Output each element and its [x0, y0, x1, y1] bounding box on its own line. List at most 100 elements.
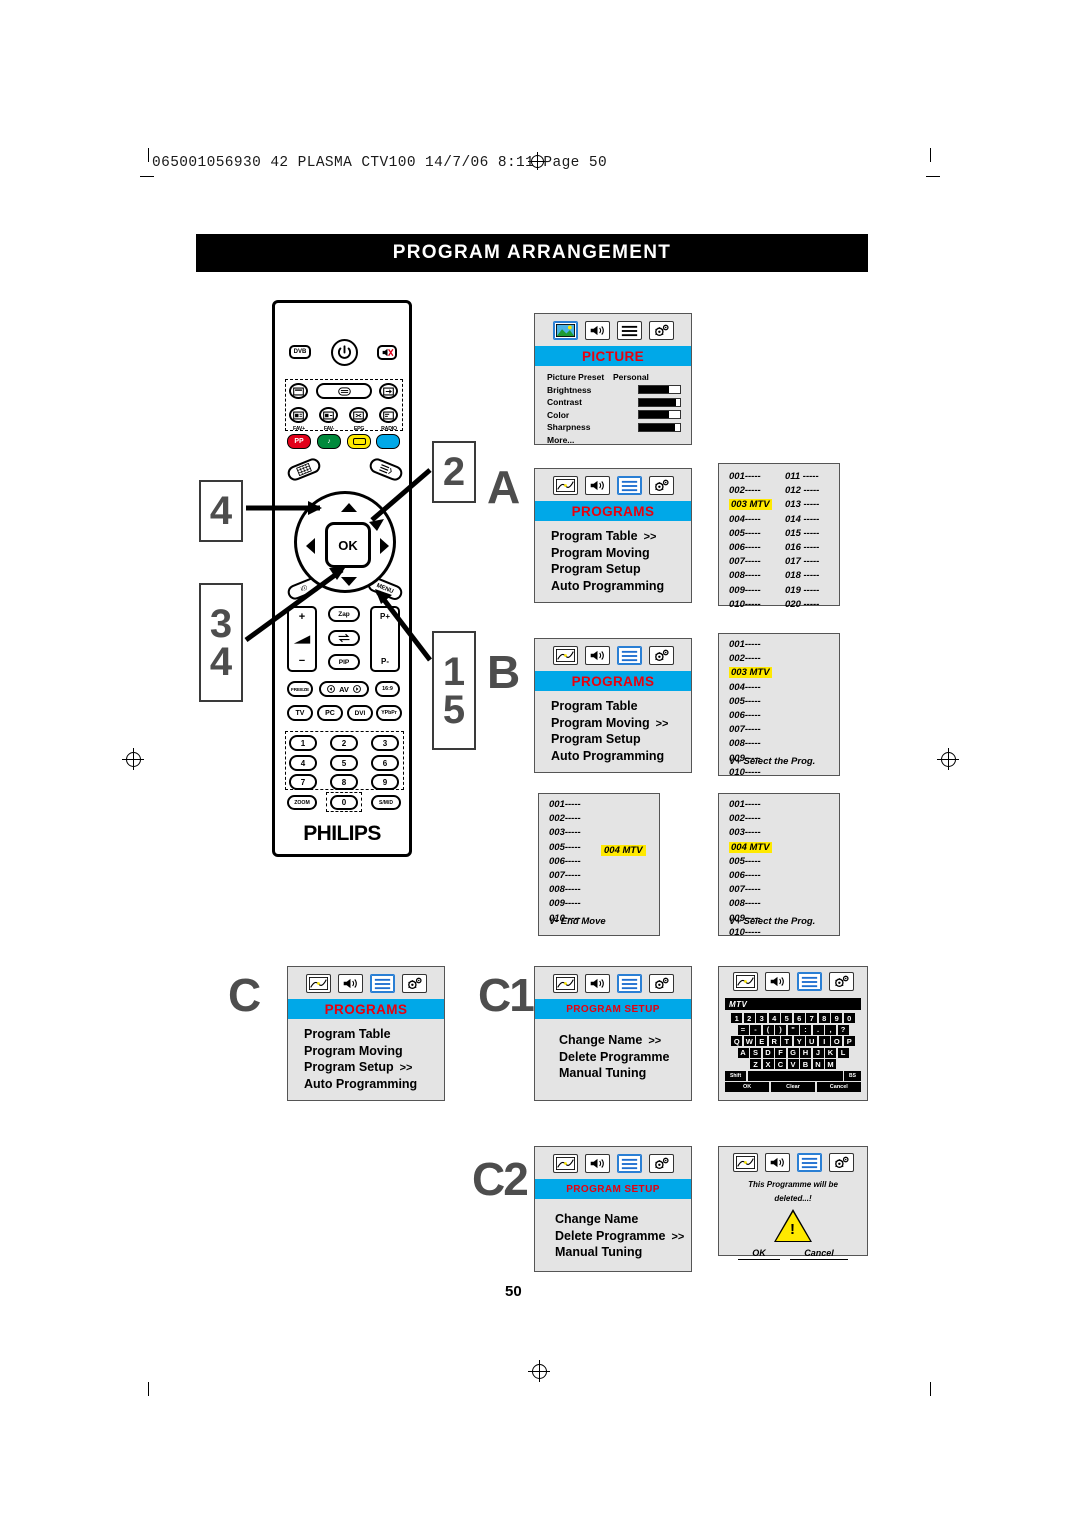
floating-moving-program[interactable]: 004 MTV — [601, 845, 646, 856]
program-row[interactable]: 004----- — [729, 681, 772, 695]
menu-item-program-table[interactable]: Program Table — [304, 1027, 444, 1044]
program-row[interactable]: 007----- — [549, 869, 581, 883]
menu-item-manual-tuning[interactable]: Manual Tuning — [559, 1066, 691, 1083]
menu-item-change-name[interactable]: Change Name >> — [559, 1033, 691, 1050]
key-g[interactable]: G — [787, 1047, 799, 1058]
speaker-icon[interactable] — [337, 974, 363, 993]
clear-key[interactable]: Clear — [770, 1082, 816, 1092]
color-row[interactable]: Color — [547, 409, 681, 422]
program-row[interactable]: 014 ----- — [785, 513, 819, 527]
freeze-button[interactable]: FREEZE — [287, 681, 313, 697]
program-row[interactable]: 005----- — [549, 841, 581, 855]
key-2[interactable]: 2 — [743, 1013, 755, 1023]
red-pp-button[interactable]: PP — [287, 434, 311, 449]
dvb-button[interactable]: DVB — [289, 345, 311, 359]
program-row[interactable]: 010----- — [729, 926, 772, 940]
program-row[interactable]: 017 ----- — [785, 555, 819, 569]
speaker-icon[interactable] — [764, 1153, 790, 1172]
key-s[interactable]: S — [750, 1047, 761, 1058]
name-input-field[interactable]: MTV — [725, 998, 861, 1010]
key-f[interactable]: F — [775, 1047, 786, 1058]
speaker-icon[interactable] — [584, 476, 610, 495]
key-quote[interactable]: " — [787, 1024, 799, 1035]
source-tv-button[interactable]: TV — [287, 705, 313, 721]
program-row[interactable]: 002----- — [729, 812, 772, 826]
menu-item-auto-programming[interactable]: Auto Programming — [551, 579, 691, 596]
channel-rocker[interactable]: P+ P- — [370, 606, 400, 672]
smd-button[interactable]: S/M/D — [371, 795, 401, 810]
program-row[interactable]: 001----- — [729, 470, 772, 484]
key-hyphen[interactable]: - — [750, 1024, 761, 1035]
program-row[interactable]: 020 ----- — [785, 598, 819, 612]
key-8[interactable]: 8 — [818, 1013, 830, 1023]
source-ypbpr-button[interactable]: YPbPr — [376, 705, 402, 721]
contrast-row[interactable]: Contrast — [547, 396, 681, 409]
program-row[interactable]: 001----- — [729, 798, 772, 812]
key-5[interactable]: 5 — [781, 1013, 793, 1023]
picture-icon[interactable] — [552, 646, 578, 665]
mute-button[interactable] — [377, 345, 397, 360]
list-icon[interactable] — [616, 321, 642, 340]
power-button[interactable] — [331, 339, 358, 366]
key-6[interactable]: 6 — [793, 1013, 805, 1023]
program-row[interactable]: 007----- — [729, 883, 772, 897]
program-row[interactable]: 008----- — [729, 737, 772, 751]
picture-icon[interactable] — [305, 974, 331, 993]
gear-icon[interactable] — [648, 646, 674, 665]
menu-item-program-setup[interactable]: Program Setup — [551, 562, 691, 579]
keypad-grid-button[interactable] — [285, 456, 323, 483]
program-row[interactable]: 008----- — [729, 897, 772, 911]
key-1[interactable]: 1 — [289, 735, 317, 751]
backspace-key[interactable]: BS — [844, 1070, 861, 1081]
key-h[interactable]: H — [800, 1047, 811, 1058]
program-row[interactable]: 015 ----- — [785, 527, 819, 541]
shift-key[interactable]: Shift — [725, 1070, 747, 1081]
key-o[interactable]: O — [831, 1036, 843, 1046]
dpad-left-arrow[interactable] — [306, 538, 315, 554]
key-z[interactable]: Z — [750, 1059, 761, 1069]
av-button[interactable]: AV — [319, 681, 369, 697]
program-row[interactable]: 002----- — [549, 812, 581, 826]
key-colon[interactable]: : — [800, 1024, 811, 1035]
key-3[interactable]: 3 — [371, 735, 399, 751]
menu-item-program-setup[interactable]: Program Setup >> — [304, 1060, 444, 1077]
program-row[interactable]: 008----- — [549, 883, 581, 897]
key-0[interactable]: 0 — [843, 1013, 855, 1023]
key-0[interactable]: 0 — [330, 795, 358, 810]
dialog-ok-button[interactable]: OK — [738, 1248, 780, 1260]
program-row[interactable]: 010----- — [729, 766, 772, 780]
gear-icon[interactable] — [648, 1154, 674, 1173]
aspect-ratio-button[interactable]: 16:9 — [375, 681, 400, 697]
key-q[interactable]: Q — [731, 1036, 743, 1046]
key-equals[interactable]: = — [737, 1024, 749, 1035]
program-row[interactable]: 013 ----- — [785, 498, 819, 512]
key-c[interactable]: C — [775, 1059, 786, 1069]
key-e[interactable]: E — [756, 1036, 768, 1046]
program-row[interactable]: 019 ----- — [785, 584, 819, 598]
program-row[interactable]: 003----- — [729, 826, 772, 840]
program-row[interactable]: 009----- — [549, 897, 581, 911]
key-3[interactable]: 3 — [756, 1013, 768, 1023]
program-row[interactable]: 006----- — [549, 855, 581, 869]
ok-key[interactable]: OK — [725, 1082, 770, 1092]
yellow-widescreen-button[interactable] — [347, 434, 371, 449]
blue-button[interactable] — [376, 434, 400, 449]
green-music-button[interactable]: ♪ — [317, 434, 341, 449]
key-i[interactable]: I — [818, 1036, 830, 1046]
key-paren-open[interactable]: ( — [762, 1024, 774, 1035]
key-paren-close[interactable]: ) — [775, 1024, 786, 1035]
key-1[interactable]: 1 — [731, 1013, 743, 1023]
color-slider[interactable] — [638, 410, 681, 420]
program-row[interactable]: 002----- — [729, 484, 772, 498]
program-row[interactable]: 001----- — [549, 798, 581, 812]
key-9[interactable]: 9 — [371, 774, 399, 790]
picture-icon[interactable] — [552, 476, 578, 495]
menu-item-manual-tuning[interactable]: Manual Tuning — [555, 1245, 691, 1262]
program-row[interactable]: 001----- — [729, 638, 772, 652]
picture-icon[interactable] — [732, 1153, 758, 1172]
menu-item-program-table[interactable]: Program Table — [551, 699, 691, 716]
teletext-subpage-button[interactable] — [379, 407, 398, 423]
dpad-right-arrow[interactable] — [380, 538, 389, 554]
source-pc-button[interactable]: PC — [317, 705, 343, 721]
gear-icon[interactable] — [648, 974, 674, 993]
